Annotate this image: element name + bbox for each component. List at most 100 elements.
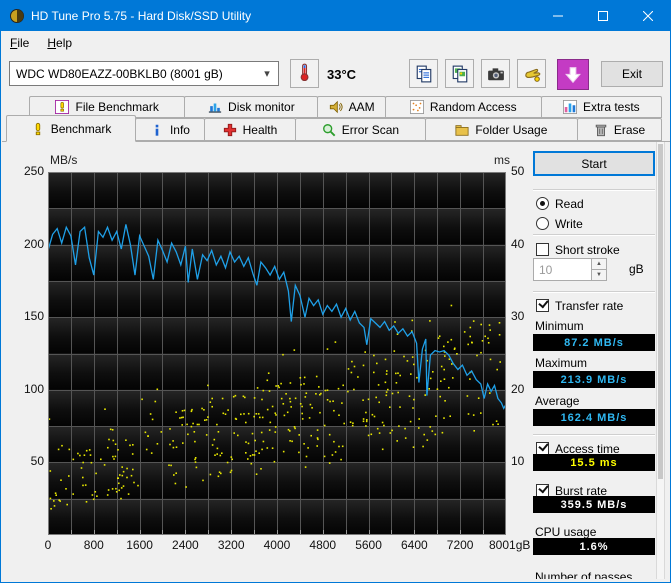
tab-label: Error Scan <box>341 122 400 137</box>
stepper-arrows[interactable]: ▲ ▼ <box>591 259 606 280</box>
tab-strip: File Benchmark Disk monitor AAM Random Acce… <box>1 95 670 142</box>
tab-label: AAM <box>348 100 375 114</box>
panel-separator <box>533 291 655 292</box>
hand-icon <box>523 65 541 83</box>
speaker-icon <box>329 100 343 114</box>
write-radio[interactable]: Write <box>536 216 583 231</box>
app-icon <box>9 8 25 24</box>
tab-label: Random Access <box>429 100 517 114</box>
tab-label: File Benchmark <box>75 100 159 114</box>
chevron-down-icon: ▾ <box>264 68 270 80</box>
magnifier-icon <box>322 123 336 137</box>
donate-button[interactable] <box>517 59 546 88</box>
temperature-value: 33°C <box>327 67 357 82</box>
exit-button[interactable]: Exit <box>601 61 663 87</box>
close-button[interactable] <box>625 1 670 31</box>
start-button-label: Start <box>581 156 607 171</box>
tab-label: Erase <box>613 122 646 137</box>
tab-label: Extra tests <box>583 100 640 114</box>
scrollbar-thumb[interactable] <box>658 144 663 479</box>
minimize-button[interactable] <box>535 1 580 31</box>
x-tick-4800: 4800 <box>309 538 337 552</box>
download-arrow-icon <box>564 66 582 84</box>
checkbox-checked-icon <box>536 299 549 312</box>
burst-rate-value-display: 359.5 MB/s <box>533 496 655 513</box>
benchmark-plot-svg <box>47 172 507 535</box>
x-tick-2400: 2400 <box>172 538 199 552</box>
start-button[interactable]: Start <box>533 151 655 176</box>
x-tick-800: 800 <box>83 538 104 552</box>
y-left-tick-250: 250 <box>23 164 44 178</box>
toolbar: WDC WD80EAZZ-00BKLB0 (8001 gB) ▾ 33°C Ex… <box>1 55 670 95</box>
maximize-button[interactable] <box>580 1 625 31</box>
radio-selected-icon <box>536 197 549 210</box>
maximum-label: Maximum <box>535 356 588 370</box>
camera-icon <box>487 65 505 83</box>
menu-bar: File Help <box>1 31 670 55</box>
tab-folder-usage[interactable]: Folder Usage <box>424 118 578 141</box>
tab-label: Folder Usage <box>475 122 548 137</box>
thermometer-icon <box>295 63 315 85</box>
maximum-value: 213.9 MB/s <box>560 373 628 386</box>
y-right-axis-unit: ms <box>494 153 510 167</box>
minimum-value: 87.2 MB/s <box>564 336 624 349</box>
stepper-down-icon[interactable]: ▼ <box>592 270 606 280</box>
x-tick-1600: 1600 <box>126 538 153 552</box>
tab-info[interactable]: Info <box>135 118 205 141</box>
write-radio-label: Write <box>555 216 583 231</box>
tab-disk-monitor[interactable]: Disk monitor <box>184 96 319 118</box>
average-value: 162.4 MB/s <box>560 411 628 424</box>
scatter-icon <box>409 100 424 114</box>
panel-scrollbar[interactable] <box>656 142 665 579</box>
tab-label: Info <box>169 122 190 137</box>
tab-label: Health <box>242 122 278 137</box>
menu-item-file[interactable]: File <box>1 33 38 53</box>
copy-screenshot-button[interactable] <box>445 59 474 88</box>
burst-rate-value: 359.5 MB/s <box>560 498 628 511</box>
cpu-usage-value: 1.6% <box>579 540 609 553</box>
tab-extra-tests[interactable]: Extra tests <box>540 96 662 118</box>
tab-random-access[interactable]: Random Access <box>384 96 542 118</box>
tab-aam[interactable]: AAM <box>317 96 386 118</box>
cpu-usage-label: CPU usage <box>535 525 597 539</box>
tab-erase[interactable]: Erase <box>576 118 662 141</box>
minimum-label: Minimum <box>535 319 584 333</box>
tab-health[interactable]: Health <box>203 118 297 141</box>
short-stroke-value: 10 <box>539 262 553 277</box>
menu-item-help[interactable]: Help <box>38 33 81 53</box>
panel-separator <box>533 189 655 190</box>
y-right-tick-30: 30 <box>511 309 525 324</box>
copy-text-button[interactable] <box>409 59 438 88</box>
grid-bars-icon <box>563 100 577 114</box>
short-stroke-stepper[interactable]: 10 ▲ ▼ <box>533 258 607 281</box>
radio-unselected-icon <box>536 217 549 230</box>
y-left-axis-unit: MB/s <box>50 153 78 167</box>
tab-error-scan[interactable]: Error Scan <box>295 118 426 141</box>
read-radio[interactable]: Read <box>536 196 584 211</box>
benchmark-plot <box>47 172 507 535</box>
info-icon <box>150 123 164 137</box>
x-tick-6400: 6400 <box>400 538 428 552</box>
y-right-tick-10: 10 <box>511 454 525 469</box>
transfer-rate-checkbox[interactable]: Transfer rate <box>536 298 623 313</box>
short-stroke-checkbox[interactable]: Short stroke <box>536 242 620 257</box>
save-screenshot-button[interactable] <box>481 59 510 88</box>
update-button[interactable] <box>557 59 589 90</box>
panel-separator <box>533 234 655 235</box>
tab-label: Benchmark <box>50 121 112 136</box>
drive-selector[interactable]: WDC WD80EAZZ-00BKLB0 (8001 gB) ▾ <box>9 61 279 86</box>
stepper-up-icon[interactable]: ▲ <box>592 259 606 270</box>
average-value-display: 162.4 MB/s <box>533 409 655 426</box>
x-tick-3200: 3200 <box>217 538 245 552</box>
x-tick-4000: 4000 <box>263 538 291 552</box>
y-right-tick-40: 40 <box>511 236 525 251</box>
x-tick-5600: 5600 <box>355 538 382 552</box>
bar-chart-icon <box>208 100 222 114</box>
tab-benchmark[interactable]: Benchmark <box>6 115 137 142</box>
tab-label: Disk monitor <box>228 100 295 114</box>
temperature-button[interactable] <box>290 59 319 88</box>
exit-button-label: Exit <box>621 67 642 81</box>
y-left-tick-200: 200 <box>23 236 44 251</box>
minimum-value-display: 87.2 MB/s <box>533 334 655 351</box>
benchmark-page: MB/s ms 250 200 150 100 50 50 40 30 20 10 0 800 1600… <box>2 141 670 579</box>
